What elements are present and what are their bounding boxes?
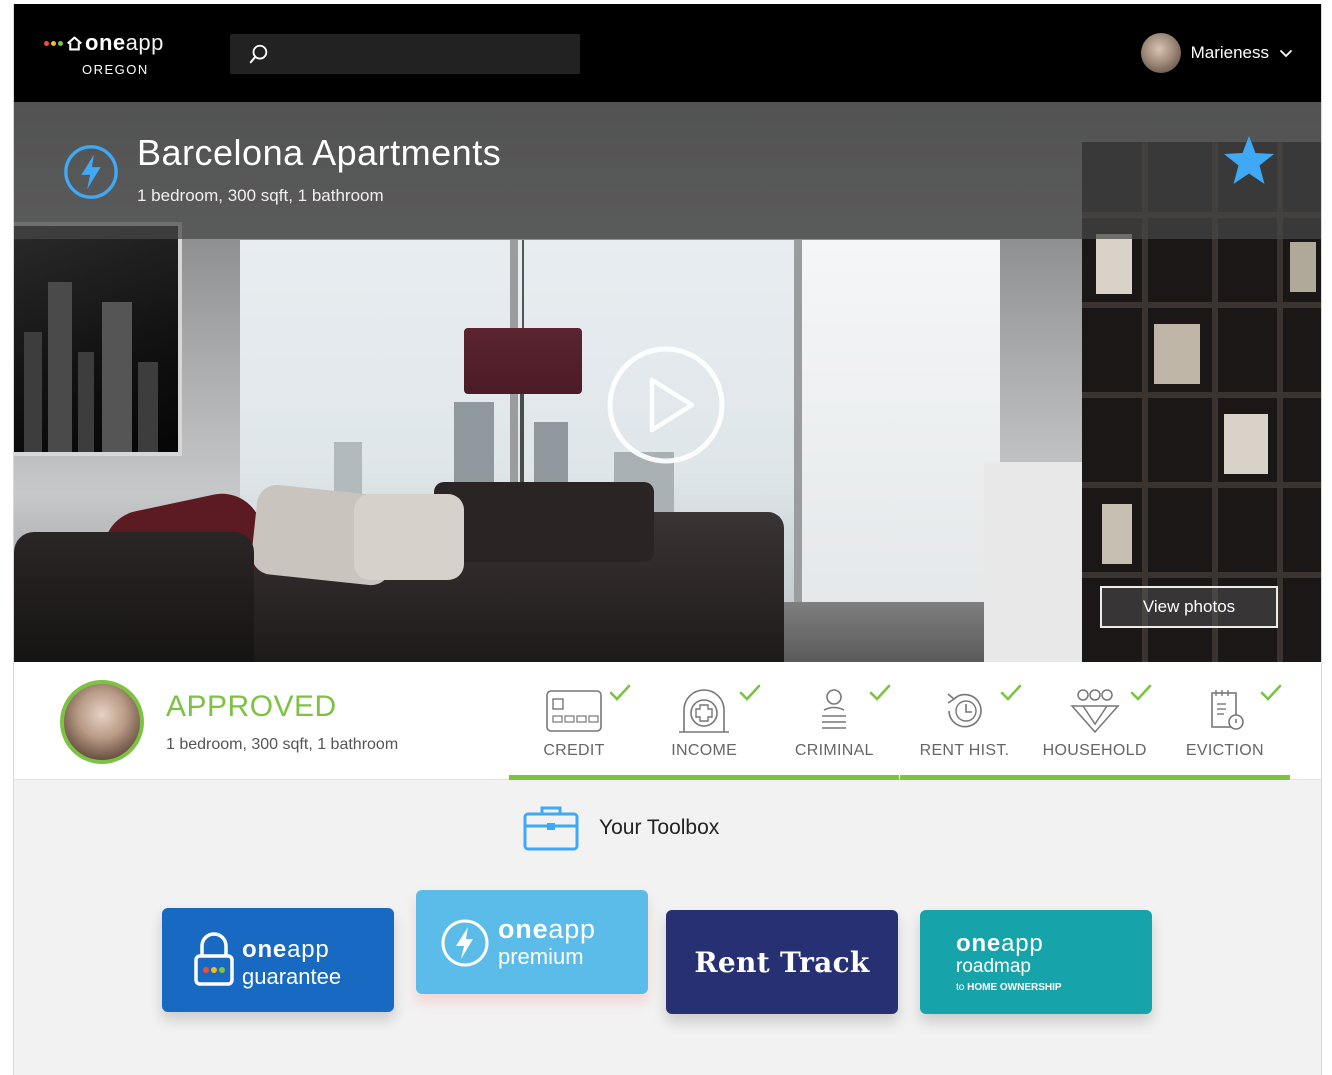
rent-track-card[interactable]: Rent Track bbox=[666, 910, 898, 1014]
card-subtitle: premium bbox=[498, 944, 584, 969]
oneapp-guarantee-card[interactable]: oneapp guarantee bbox=[162, 908, 394, 1012]
window-frame bbox=[794, 240, 802, 660]
check-icon bbox=[1000, 684, 1021, 701]
check-label: HOUSEHOLD bbox=[1042, 742, 1147, 759]
top-bar: one app OREGON Marieness bbox=[14, 4, 1321, 102]
income-icon bbox=[679, 689, 730, 733]
listing-title: Barcelona Apartments bbox=[137, 132, 502, 173]
card-brand-one: one bbox=[498, 914, 549, 944]
app-frame: one app OREGON Marieness Barcelona Apart… bbox=[13, 4, 1322, 1075]
approval-status: APPROVED 1 bedroom, 300 sqft, 1 bathroom… bbox=[14, 662, 1321, 780]
credit-card-icon bbox=[546, 690, 602, 732]
card-brand-app: app bbox=[287, 936, 330, 963]
card-brand: oneapp bbox=[956, 930, 1044, 958]
card-tag-text: HOME OWNERSHIP bbox=[967, 982, 1062, 993]
screening-checks: CREDIT INCOME CRIMINAL RENT HIST. HOUSEH… bbox=[509, 662, 1290, 780]
card-title: Rent Track bbox=[694, 945, 870, 979]
chair bbox=[14, 532, 254, 662]
oneapp-logo[interactable]: one app OREGON bbox=[44, 28, 194, 80]
check-progress bbox=[639, 775, 770, 780]
criminal-icon bbox=[822, 689, 847, 729]
card-brand-one: one bbox=[956, 930, 1002, 957]
check-icon bbox=[870, 684, 891, 701]
card-brand: oneapp bbox=[242, 936, 330, 964]
rent-history-icon bbox=[947, 693, 982, 728]
logo-wordmark: one app bbox=[44, 28, 164, 58]
check-icon bbox=[739, 684, 761, 701]
check-credit[interactable]: CREDIT bbox=[509, 662, 639, 780]
check-label: CREDIT bbox=[543, 742, 605, 759]
card-brand-app: app bbox=[548, 914, 596, 944]
oneapp-premium-card[interactable]: oneapp premium bbox=[416, 890, 648, 994]
card-subtitle: roadmap bbox=[956, 956, 1031, 977]
wall-art bbox=[14, 222, 182, 456]
listing-details: 1 bedroom, 300 sqft, 1 bathroom bbox=[137, 186, 384, 205]
card-tagline: to HOME OWNERSHIP bbox=[956, 982, 1062, 993]
view-photos-button[interactable]: View photos bbox=[1100, 586, 1278, 628]
logo-one-text: one bbox=[85, 30, 126, 55]
user-menu[interactable]: Marieness bbox=[1140, 32, 1293, 74]
lightning-icon bbox=[64, 145, 118, 199]
card-tag-prefix: to bbox=[956, 982, 965, 993]
lamp-wire bbox=[522, 240, 524, 328]
check-icon bbox=[1130, 684, 1151, 701]
listing-hero: Barcelona Apartments 1 bedroom, 300 sqft… bbox=[14, 102, 1321, 662]
lamp-shade bbox=[464, 328, 582, 394]
hero-window bbox=[800, 240, 1000, 660]
logo-app-text: app bbox=[125, 30, 164, 55]
listing-header-band: Barcelona Apartments 1 bedroom, 300 sqft… bbox=[14, 102, 1321, 239]
check-label: RENT HIST. bbox=[919, 742, 1010, 759]
avatar[interactable] bbox=[1140, 33, 1181, 73]
star-icon[interactable] bbox=[1222, 134, 1276, 186]
lock-icon bbox=[194, 932, 234, 986]
check-household[interactable]: HOUSEHOLD bbox=[1029, 662, 1160, 780]
search-icon bbox=[249, 44, 268, 64]
card-brand-app: app bbox=[1001, 930, 1044, 957]
check-progress bbox=[1029, 775, 1160, 780]
avatar bbox=[60, 680, 144, 764]
check-rent-history[interactable]: RENT HIST. bbox=[899, 662, 1030, 780]
check-progress bbox=[1159, 775, 1290, 780]
approval-title: APPROVED bbox=[166, 690, 337, 723]
search-input[interactable] bbox=[230, 34, 580, 74]
chevron-down-icon[interactable] bbox=[1279, 46, 1293, 60]
check-label: EVICTION bbox=[1185, 742, 1264, 759]
household-icon bbox=[1070, 689, 1120, 734]
card-brand: oneapp bbox=[498, 914, 596, 945]
check-progress bbox=[769, 775, 900, 780]
card-brand-one: one bbox=[242, 936, 288, 963]
approval-details: 1 bedroom, 300 sqft, 1 bathroom bbox=[166, 736, 399, 753]
card-subtitle: guarantee bbox=[242, 964, 342, 989]
house-icon bbox=[67, 36, 82, 50]
oneapp-roadmap-card[interactable]: oneapp roadmap to HOME OWNERSHIP bbox=[920, 910, 1152, 1014]
toolbox-header: Your Toolbox bbox=[523, 804, 719, 852]
lightning-icon bbox=[441, 919, 489, 967]
play-icon[interactable] bbox=[605, 344, 727, 466]
check-income[interactable]: INCOME bbox=[639, 662, 770, 780]
check-icon bbox=[609, 684, 631, 701]
check-criminal[interactable]: CRIMINAL bbox=[769, 662, 900, 780]
check-progress bbox=[899, 775, 1030, 780]
eviction-icon bbox=[1211, 690, 1244, 730]
check-eviction[interactable]: EVICTION bbox=[1159, 662, 1290, 780]
check-label: CRIMINAL bbox=[794, 742, 874, 759]
briefcase-icon bbox=[523, 806, 579, 851]
check-label: INCOME bbox=[671, 742, 738, 759]
user-name[interactable]: Marieness bbox=[1191, 43, 1269, 63]
sofa-arm bbox=[434, 482, 654, 562]
toolbox-title: Your Toolbox bbox=[599, 816, 720, 839]
check-icon bbox=[1260, 684, 1282, 701]
logo-dots-icon bbox=[44, 40, 63, 46]
logo-region: OREGON bbox=[82, 62, 149, 77]
check-progress bbox=[509, 775, 639, 780]
cushion bbox=[354, 494, 464, 580]
